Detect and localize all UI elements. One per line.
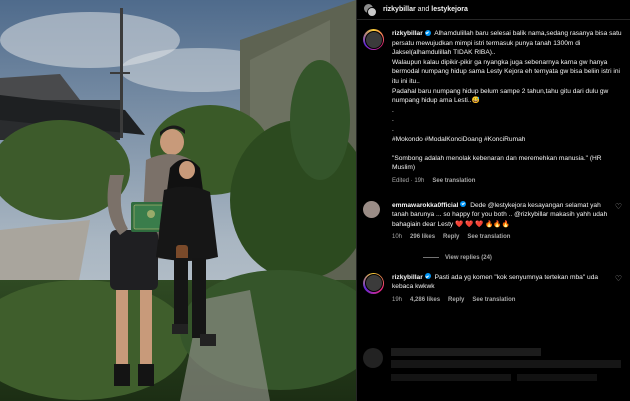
caption-meta: Edited · 19h See translation	[392, 177, 622, 187]
caption-dot: .	[392, 106, 394, 114]
redacted-block	[391, 374, 511, 381]
and-text: and	[417, 6, 430, 13]
reply-button[interactable]: Reply	[443, 233, 459, 243]
quote: "Sombong adalah menolak kebenaran dan me…	[392, 154, 602, 172]
caption-text: rizkybillar Alhamdulillah baru selesai b…	[392, 29, 622, 187]
likes-count[interactable]: 296 likes	[410, 233, 435, 243]
reply-button[interactable]: Reply	[448, 296, 464, 306]
username-link[interactable]: rizkybillar	[392, 274, 423, 281]
post-authors: rizkybillar and lestykejora	[383, 6, 468, 13]
collab-avatars[interactable]	[363, 2, 377, 17]
post-header: rizkybillar and lestykejora	[357, 0, 630, 20]
hashtags[interactable]: #Mokondo #ModalKonciDoang #KonciRumah	[392, 136, 525, 143]
comment-meta: 19h 4,286 likes Reply See translation	[392, 296, 608, 306]
caption-dot: .	[392, 116, 394, 124]
caption-line: Walaupun kalau dipikir-pikir ga nyangka …	[392, 58, 620, 85]
avatar[interactable]	[363, 200, 380, 218]
heart-icon[interactable]: ♡	[615, 274, 622, 283]
username-link[interactable]: rizkybillar	[392, 30, 423, 37]
view-replies-label: View replies (24)	[445, 254, 492, 261]
redacted-block	[517, 374, 597, 381]
comment: rizkybillar Pasti ada yg komen "kok seny…	[363, 272, 622, 306]
post-image	[0, 0, 356, 401]
likes-count[interactable]: 4,286 likes	[410, 296, 440, 306]
post-details-panel: rizkybillar and lestykejora rizkybillar …	[356, 0, 630, 401]
verified-badge-icon	[424, 29, 431, 36]
author-link[interactable]: lestykejora	[431, 6, 468, 13]
comment-time: 10h	[392, 234, 403, 241]
see-translation-link[interactable]: See translation	[472, 296, 515, 306]
comments-section: rizkybillar Alhamdulillah baru selesai b…	[357, 20, 630, 306]
post-photo[interactable]	[0, 0, 356, 401]
edited-time: Edited · 19h	[392, 177, 425, 184]
comment-time: 19h	[392, 297, 403, 304]
caption: rizkybillar Alhamdulillah baru selesai b…	[363, 29, 622, 187]
comment-text: emmawarokka0fficial Dede @lestykejora ke…	[392, 201, 622, 243]
see-translation-link[interactable]: See translation	[432, 177, 475, 187]
verified-badge-icon	[424, 273, 431, 280]
caption-line: Padahal baru numpang hidup belum sampe 2…	[392, 87, 609, 105]
avatar	[363, 348, 383, 368]
comment: emmawarokka0fficial Dede @lestykejora ke…	[363, 200, 622, 243]
author-link[interactable]: rizkybillar	[383, 6, 416, 13]
avatar[interactable]	[363, 272, 384, 294]
view-replies-button[interactable]: View replies (24)	[423, 255, 622, 261]
heart-icon[interactable]: ♡	[615, 202, 622, 211]
comment-text: rizkybillar Pasti ada yg komen "kok seny…	[392, 273, 622, 306]
caption-dot: .	[392, 125, 394, 133]
avatar[interactable]	[363, 29, 384, 50]
verified-badge-icon	[460, 201, 467, 207]
redacted-block	[391, 360, 621, 368]
redacted-block	[391, 348, 541, 356]
redacted-area	[357, 340, 630, 401]
username-link[interactable]: emmawarokka0fficial	[392, 202, 458, 209]
replies-divider	[423, 257, 439, 259]
comment-meta: 10h 296 likes Reply See translation	[392, 233, 608, 243]
see-translation-link[interactable]: See translation	[467, 233, 510, 243]
avatar	[367, 6, 377, 17]
